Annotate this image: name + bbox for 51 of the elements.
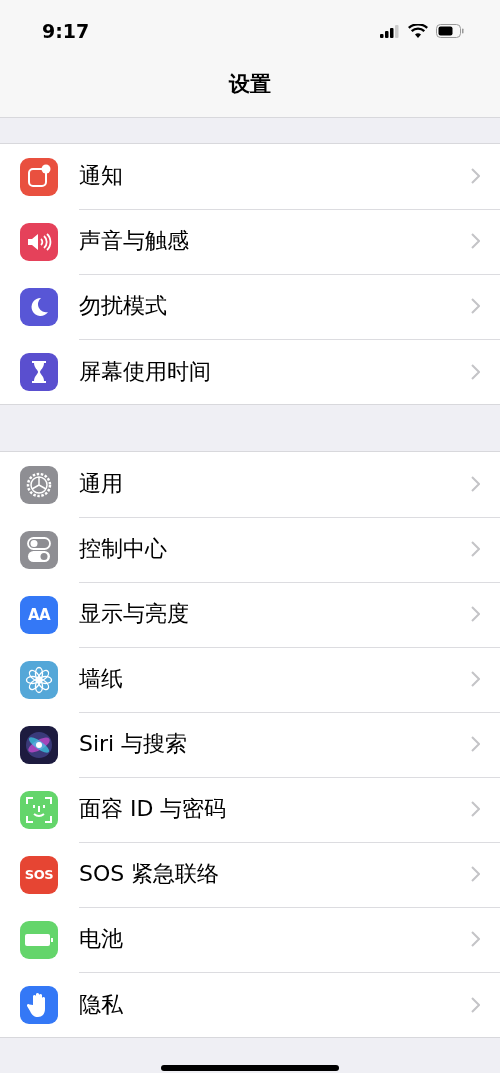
chevron-icon xyxy=(471,606,480,622)
row-label: 通用 xyxy=(79,470,123,498)
toggle-icon xyxy=(26,535,52,564)
page-title: 设置 xyxy=(229,71,271,98)
chevron-icon xyxy=(471,168,480,184)
settings-row[interactable]: 勿扰模式 xyxy=(0,274,500,339)
row-label: 控制中心 xyxy=(79,535,167,563)
settings-row[interactable]: 电池 xyxy=(0,907,500,972)
settings-row[interactable]: AA 显示与亮度 xyxy=(0,582,500,647)
settings-row[interactable]: Siri 与搜索 xyxy=(0,712,500,777)
row-label: 面容 ID 与密码 xyxy=(79,795,227,823)
chevron-icon xyxy=(471,931,480,947)
signal-icon xyxy=(380,24,400,38)
hourglass-icon xyxy=(29,358,49,385)
row-label: 电池 xyxy=(79,925,123,953)
row-label: 勿扰模式 xyxy=(79,292,167,320)
display-icon: AA xyxy=(27,605,51,624)
row-label: 屏幕使用时间 xyxy=(79,357,211,386)
battery-icon xyxy=(24,931,54,948)
settings-row[interactable]: 隐私 xyxy=(0,972,500,1037)
row-label: 墙纸 xyxy=(79,665,123,693)
row-label: SOS 紧急联络 xyxy=(79,860,220,888)
chevron-icon xyxy=(471,801,480,817)
chevron-icon xyxy=(471,996,480,1013)
settings-row[interactable]: SOS SOS 紧急联络 xyxy=(0,842,500,907)
chevron-icon xyxy=(471,363,480,380)
chevron-icon xyxy=(471,233,480,249)
wifi-icon xyxy=(408,24,428,38)
row-label: 隐私 xyxy=(79,990,123,1019)
notification-icon xyxy=(26,163,52,190)
chevron-icon xyxy=(471,671,480,687)
settings-row[interactable]: 控制中心 xyxy=(0,517,500,582)
row-label: 通知 xyxy=(79,162,123,190)
chevron-icon xyxy=(471,298,480,314)
settings-row[interactable]: 面容 ID 与密码 xyxy=(0,777,500,842)
chevron-icon xyxy=(471,736,480,752)
settings-row[interactable]: 通用 xyxy=(0,452,500,517)
settings-row[interactable]: 通知 xyxy=(0,144,500,209)
chevron-icon xyxy=(471,476,480,492)
row-label: 显示与亮度 xyxy=(79,600,189,628)
chevron-icon xyxy=(471,541,480,557)
row-label: 声音与触感 xyxy=(79,227,189,255)
chevron-icon xyxy=(471,866,480,882)
settings-row[interactable]: 墙纸 xyxy=(0,647,500,712)
sos-icon: SOS xyxy=(24,867,54,882)
settings-row[interactable]: 声音与触感 xyxy=(0,209,500,274)
battery-status-icon xyxy=(436,24,464,38)
row-label: Siri 与搜索 xyxy=(79,730,188,758)
settings-row[interactable]: 屏幕使用时间 xyxy=(0,339,500,404)
speaker-icon xyxy=(26,230,52,253)
status-time: 9:17 xyxy=(42,20,90,42)
